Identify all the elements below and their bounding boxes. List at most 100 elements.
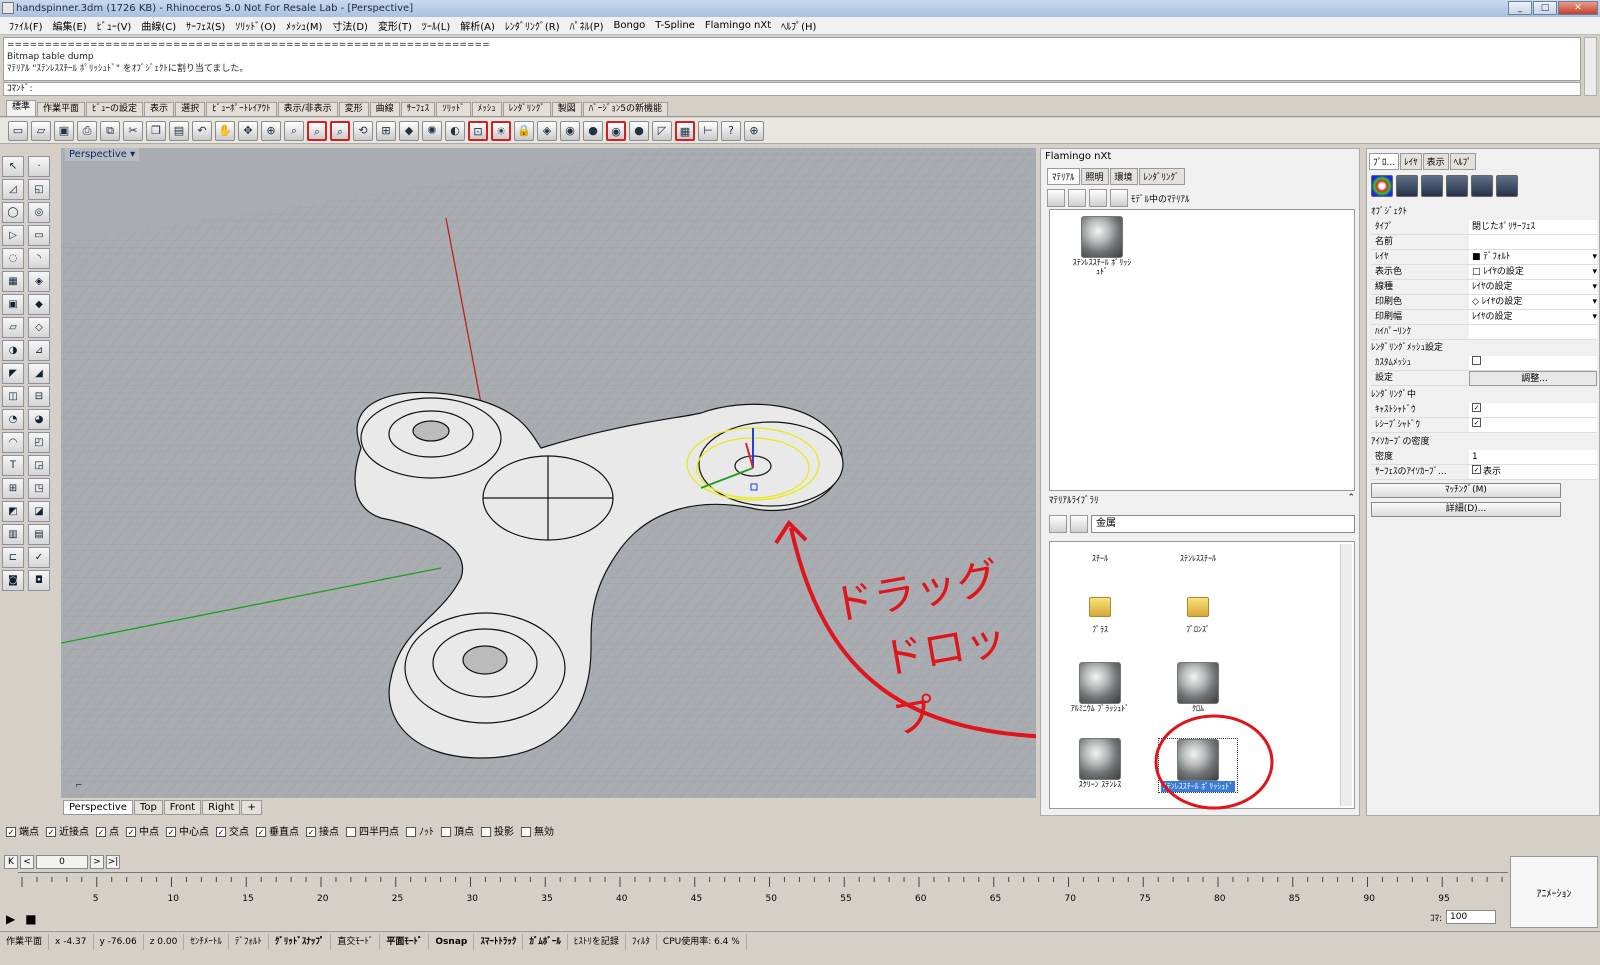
match-button[interactable]: ﾏｯﾁﾝｸﾞ(M)	[1371, 483, 1561, 498]
duplicate-material-icon[interactable]	[1089, 189, 1107, 207]
tool-icon[interactable]: ✓	[28, 547, 50, 568]
tool-icon[interactable]: ▷	[2, 225, 24, 246]
tab-right[interactable]: Right	[202, 799, 241, 815]
property-value[interactable]	[1469, 325, 1597, 340]
osnap-option[interactable]: ✓ 中心点	[166, 823, 209, 838]
osnap-checkbox[interactable]: ✓	[46, 826, 56, 837]
property-value[interactable]: ﾚｲﾔの設定 ▾	[1469, 310, 1597, 325]
toolbar-tab[interactable]: 曲線	[369, 102, 400, 116]
render-mesh-icon[interactable]	[1421, 175, 1443, 197]
toolbar-tab[interactable]: 選択	[175, 102, 206, 116]
tool-icon[interactable]: ◈	[28, 271, 50, 292]
toolbar-tab[interactable]: 変形	[338, 102, 369, 116]
tab-top[interactable]: Top	[133, 799, 163, 815]
tool-icon[interactable]: ◫	[2, 386, 24, 407]
toolbar-tab[interactable]: 表示/非表示	[277, 102, 338, 116]
menu-item[interactable]: ｻｰﾌｪｽ(S)	[181, 18, 230, 33]
osnap-checkbox[interactable]	[481, 826, 491, 837]
menu-item[interactable]: 変形(T)	[373, 18, 417, 33]
toolbar-tab[interactable]: ﾚﾝﾀﾞﾘﾝｸﾞ	[502, 102, 551, 116]
tab-environment[interactable]: 環境	[1109, 168, 1138, 185]
osnap-checkbox[interactable]	[406, 826, 416, 837]
osnap-checkbox[interactable]: ✓	[256, 826, 266, 837]
render-sphere-icon[interactable]: ●	[583, 120, 603, 141]
tab-front[interactable]: Front	[163, 799, 202, 815]
tool-icon[interactable]: ◆	[28, 294, 50, 315]
tool-icon[interactable]: ↖	[2, 156, 24, 177]
tool-icon[interactable]: ▦	[2, 271, 24, 292]
osnap-checkbox[interactable]: ✓	[126, 826, 136, 837]
undo-view-icon[interactable]: ⟲	[353, 120, 373, 141]
status-item[interactable]: 平面ﾓｰﾄﾞ	[380, 933, 430, 950]
tool-icon[interactable]: ⊏	[2, 547, 24, 568]
save-icon[interactable]: ▣	[54, 120, 74, 141]
frame-input[interactable]: 0	[36, 855, 88, 869]
select-icon[interactable]: ⊡	[468, 120, 488, 141]
menu-item[interactable]: ﾊﾟﾈﾙ(P)	[565, 18, 609, 33]
material-properties-icon[interactable]	[1396, 175, 1418, 197]
cplane-icon[interactable]: ◐	[445, 120, 465, 141]
status-item[interactable]: 直交ﾓｰﾄﾞ	[331, 933, 381, 950]
toolbar-tab[interactable]: ｿﾘｯﾄﾞ	[436, 102, 471, 116]
library-scrollbar[interactable]	[1340, 544, 1352, 806]
dropdown-arrow-icon[interactable]: ▾	[1592, 310, 1597, 324]
timeline-ruler[interactable]: 5 10 15 20 25 30 35 40 45 50 55 60 65 70 75 80 85 90 95	[18, 872, 1508, 908]
zoom-icon[interactable]: ⊕	[261, 120, 281, 141]
copy-to-layer-icon[interactable]: ⧉	[100, 120, 120, 141]
tool-icon[interactable]: ◑	[2, 340, 24, 361]
property-value[interactable]: ■ ﾃﾞﾌｫﾙﾄ ▾	[1469, 250, 1597, 265]
help-icon[interactable]: ?	[721, 120, 741, 141]
osnap-checkbox[interactable]: ✓	[306, 826, 316, 837]
dropdown-arrow-icon[interactable]: ▾	[1592, 265, 1597, 279]
gear-shaded-icon[interactable]: ✺	[422, 120, 442, 141]
library-folder-select[interactable]: 金属	[1091, 515, 1355, 533]
property-value[interactable]	[1469, 235, 1597, 250]
library-item[interactable]: ｽﾃﾝﾚｽｽﾁｰﾙ	[1158, 554, 1238, 563]
tool-icon[interactable]: ◇	[28, 317, 50, 338]
osnap-checkbox[interactable]: ✓	[166, 826, 176, 837]
library-item[interactable]: ｱﾙﾐﾆｳﾑ ﾌﾞﾗｯｼｭﾄﾞ	[1060, 662, 1140, 713]
pan-hand-icon[interactable]: ✋	[215, 120, 235, 141]
koma-input[interactable]: 100	[1446, 910, 1497, 924]
car-named-view-icon[interactable]: ◆	[399, 120, 419, 141]
folder-up-icon[interactable]	[1049, 515, 1067, 533]
dropdown-arrow-icon[interactable]: ▾	[1592, 295, 1597, 309]
adjust-button[interactable]: 調整...	[1469, 371, 1597, 386]
tool-icon[interactable]: ◰	[28, 432, 50, 453]
tool-icon[interactable]: ⊟	[28, 386, 50, 407]
command-input[interactable]: ｺﾏﾝﾄﾞ:	[3, 82, 1581, 96]
tool-icon[interactable]: ◩	[2, 501, 24, 522]
lightbulb-icon[interactable]: ☀	[491, 120, 511, 141]
tool-icon[interactable]: ◕	[28, 409, 50, 430]
status-item[interactable]: ｶﾞﾑﾎﾞｰﾙ	[523, 933, 568, 950]
tool-icon[interactable]: ◢	[28, 363, 50, 384]
toolbar-tab[interactable]: 製図	[551, 102, 582, 116]
tool-icon[interactable]: ◝	[28, 248, 50, 269]
first-frame-button[interactable]: K	[4, 855, 18, 869]
toolbar-tab[interactable]: 表示	[144, 102, 175, 116]
crosshair-icon[interactable]: ⊕	[744, 120, 764, 141]
osnap-option[interactable]: ✓ 垂直点	[256, 823, 299, 838]
color-wheel-icon[interactable]: ◉	[560, 120, 580, 141]
osnap-checkbox[interactable]	[521, 826, 531, 837]
print-icon[interactable]: ⎙	[77, 120, 97, 141]
tab-material[interactable]: ﾏﾃﾘｱﾙ	[1047, 168, 1080, 185]
library-header[interactable]: ﾏﾃﾘｱﾙﾗｲﾌﾞﾗﾘ ⌃	[1049, 493, 1355, 507]
dropdown-arrow-icon[interactable]: ▾	[1592, 250, 1597, 264]
analyze-icon[interactable]: ⊢	[698, 120, 718, 141]
tool-icon[interactable]: ◘	[28, 570, 50, 591]
add-viewport-tab-icon[interactable]: +	[241, 799, 262, 815]
toolbar-tab[interactable]: ﾋﾞｭｰﾎﾟｰﾄﾚｲｱｳﾄ	[206, 102, 277, 116]
cut-icon[interactable]: ✂	[123, 120, 143, 141]
animation-button[interactable]: ｱﾆﾒｰｼｮﾝ	[1510, 856, 1598, 928]
tool-icon[interactable]: ◌	[2, 248, 24, 269]
menu-item[interactable]: ｿﾘｯﾄﾞ(O)	[230, 18, 281, 33]
decal-icon[interactable]	[1471, 175, 1493, 197]
dropdown-arrow-icon[interactable]: ▾	[1592, 280, 1597, 294]
menu-item[interactable]: 解析(A)	[455, 18, 500, 33]
menu-item[interactable]: ﾌｧｲﾙ(F)	[4, 18, 48, 33]
tab-layers[interactable]: ﾚｲﾔ	[1400, 153, 1422, 170]
tool-icon[interactable]: ▤	[28, 524, 50, 545]
osnap-option[interactable]: ✓ 近接点	[46, 823, 89, 838]
layer-paint-icon[interactable]: ◈	[537, 120, 557, 141]
